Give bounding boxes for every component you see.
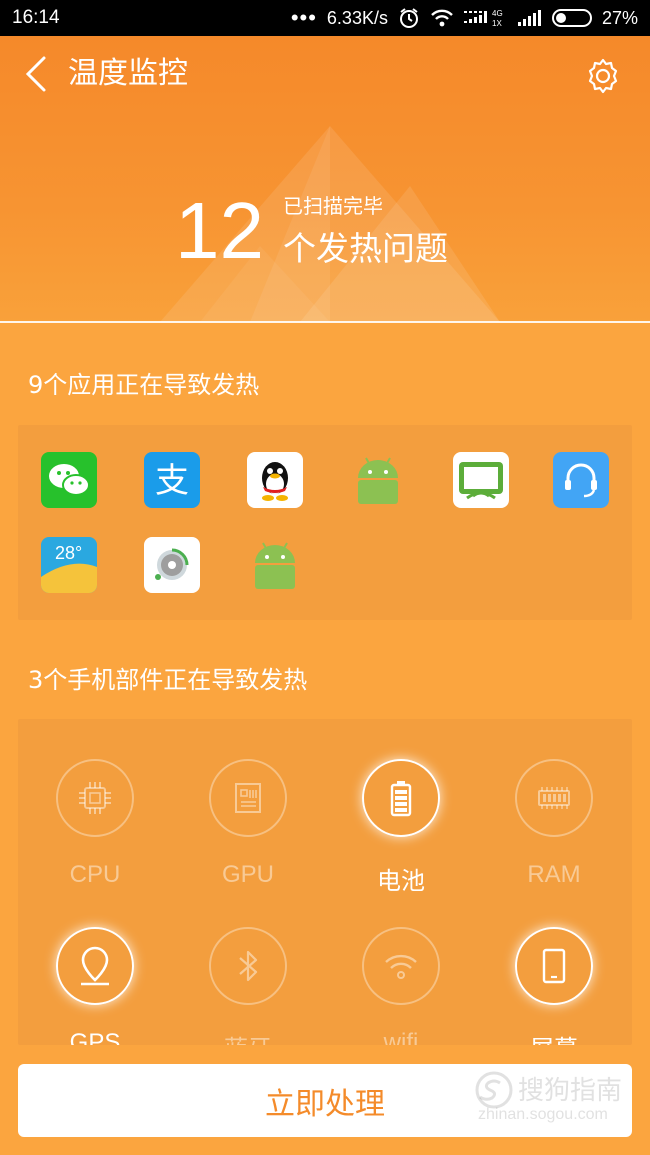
status-bar: 16:14 ••• 6.33K/s 4G 1X 27%	[0, 0, 650, 36]
wifi-icon	[385, 954, 417, 979]
part-label: GPS	[69, 1029, 121, 1045]
headset-support-icon[interactable]	[553, 452, 609, 508]
alarm-icon	[398, 7, 420, 29]
cpu-icon	[79, 782, 111, 814]
part-battery[interactable]: 电池	[341, 759, 461, 896]
part-battery-ring	[362, 759, 440, 837]
screen-icon	[542, 948, 566, 984]
svg-text:支: 支	[155, 461, 189, 501]
part-bluetooth[interactable]: 蓝牙	[188, 927, 308, 1045]
battery-icon	[390, 781, 412, 817]
part-label: wifi	[383, 1029, 419, 1045]
page-title: 温度监控	[68, 56, 188, 91]
part-screen[interactable]: 屏幕	[494, 927, 614, 1045]
battery-icon	[551, 9, 592, 27]
battery-percent: 27%	[601, 7, 638, 28]
screen-cast-icon[interactable]	[453, 452, 509, 508]
issue-label: 个发热问题	[283, 229, 448, 268]
apps-panel: 支 28°	[18, 425, 632, 620]
part-wifi[interactable]: wifi	[341, 927, 461, 1045]
ram-icon	[538, 787, 570, 809]
svg-text:1X: 1X	[492, 19, 502, 28]
part-cpu-ring	[56, 759, 134, 837]
part-gpu-ring	[209, 759, 287, 837]
part-ram[interactable]: RAM	[494, 759, 614, 889]
gpu-icon	[235, 783, 261, 813]
part-screen-ring	[515, 927, 593, 1005]
back-button[interactable]	[22, 54, 56, 94]
apps-section-title: 9个应用正在导致发热	[28, 371, 260, 399]
part-gps[interactable]: GPS	[35, 927, 155, 1045]
heat-issue-count: 12	[175, 186, 264, 275]
cd-player-icon[interactable]	[144, 537, 200, 593]
watermark-text: 搜狗指南	[518, 1076, 623, 1106]
weather-icon[interactable]: 28°	[41, 537, 97, 593]
wifi-icon	[430, 8, 454, 28]
gear-icon	[588, 58, 618, 94]
parts-panel: CPU GPU 电池 RAM GPS 蓝牙 wifi	[18, 719, 632, 1045]
part-label: 蓝牙	[188, 1029, 308, 1045]
divider	[0, 321, 650, 323]
watermark-url: zhinan.sogou.com	[478, 1106, 608, 1123]
sogou-logo-icon	[475, 1071, 513, 1109]
settings-button[interactable]	[583, 56, 623, 96]
watermark: 搜狗指南 zhinan.sogou.com	[470, 1066, 640, 1130]
part-gpu[interactable]: GPU	[188, 759, 308, 889]
android-icon[interactable]	[247, 537, 303, 593]
part-label: 电池	[377, 868, 425, 895]
svg-text:4G: 4G	[492, 9, 503, 18]
wechat-icon[interactable]	[41, 452, 97, 508]
bluetooth-icon	[239, 950, 258, 982]
part-gps-ring	[56, 927, 134, 1005]
header: 温度监控 12 已扫描完毕 个发热问题	[0, 36, 650, 322]
part-bluetooth-ring	[209, 927, 287, 1005]
status-time: 16:14	[12, 7, 60, 28]
android-icon[interactable]	[350, 452, 406, 508]
scan-status: 已扫描完毕	[283, 194, 383, 218]
alipay-icon[interactable]: 支	[144, 452, 200, 508]
network-speed: 6.33K/s	[326, 7, 388, 28]
dots-icon: •••	[290, 5, 317, 30]
part-label: CPU	[69, 861, 121, 888]
part-cpu[interactable]: CPU	[35, 759, 155, 889]
part-label: RAM	[527, 861, 581, 888]
location-pin-icon	[81, 946, 109, 986]
chevron-left-icon	[25, 56, 46, 92]
part-label: GPU	[221, 861, 274, 888]
parts-section-title: 3个手机部件正在导致发热	[28, 666, 308, 694]
status-right: ••• 6.33K/s 4G 1X 27%	[291, 5, 638, 31]
signal-4g-icon: 4G 1X	[463, 7, 508, 29]
part-wifi-ring	[362, 927, 440, 1005]
part-ram-ring	[515, 759, 593, 837]
qq-icon[interactable]	[247, 452, 303, 508]
signal-icon	[517, 8, 542, 28]
svg-text:28°: 28°	[55, 543, 82, 563]
part-label: 屏幕	[494, 1029, 614, 1045]
